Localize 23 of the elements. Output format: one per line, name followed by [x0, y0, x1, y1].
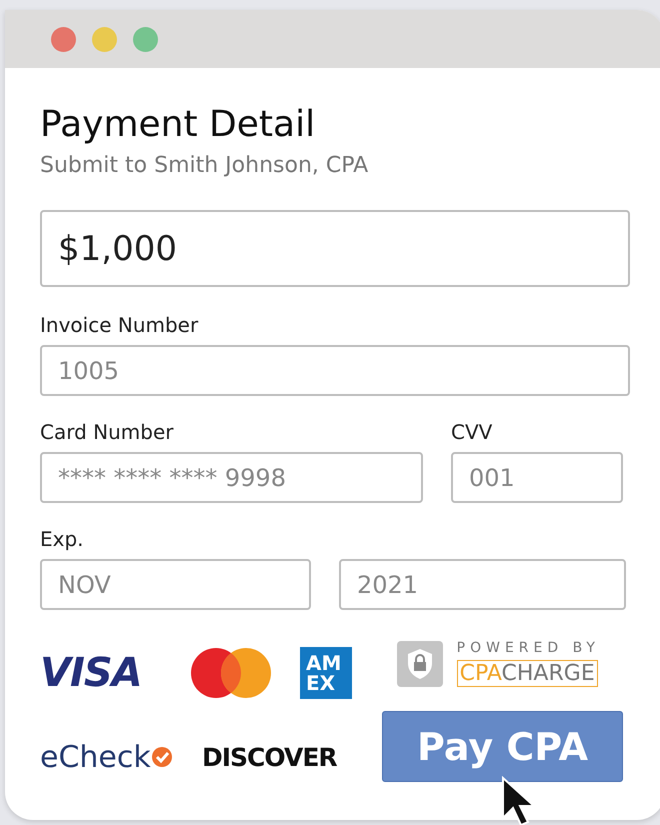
- expiry-month-field[interactable]: NOV: [40, 559, 311, 610]
- discover-logo: DISCOVER: [201, 742, 338, 772]
- pay-button[interactable]: Pay CPA: [382, 711, 623, 782]
- powered-by-caption: POWERED BY: [456, 640, 600, 656]
- echeck-logo: eCheck: [40, 740, 190, 775]
- expiry-year-field[interactable]: 2021: [339, 559, 626, 610]
- visa-logo: VISA: [40, 650, 143, 696]
- window-control-dot[interactable]: [92, 26, 117, 52]
- cpacharge-logo: CPACHARGE: [456, 660, 598, 687]
- field-label: Invoice Number: [40, 313, 200, 337]
- invoice-number-field[interactable]: 1005: [40, 345, 630, 396]
- field-label: CVV: [451, 420, 494, 444]
- amex-logo: AM EX: [300, 647, 352, 700]
- amount-field[interactable]: $1,000: [40, 210, 630, 287]
- field-label: Card Number: [40, 420, 174, 444]
- window-control-dot[interactable]: [51, 26, 76, 52]
- subtitle: Submit to Smith Johnson, CPA: [40, 153, 370, 178]
- field-label: Exp.: [40, 527, 85, 551]
- page-title: Payment Detail: [40, 104, 316, 145]
- shield-lock-icon: [396, 640, 443, 686]
- card-number-field[interactable]: **** **** **** 9998: [40, 452, 423, 503]
- window-control-dot[interactable]: [133, 26, 158, 52]
- cvv-field[interactable]: 001: [451, 452, 623, 503]
